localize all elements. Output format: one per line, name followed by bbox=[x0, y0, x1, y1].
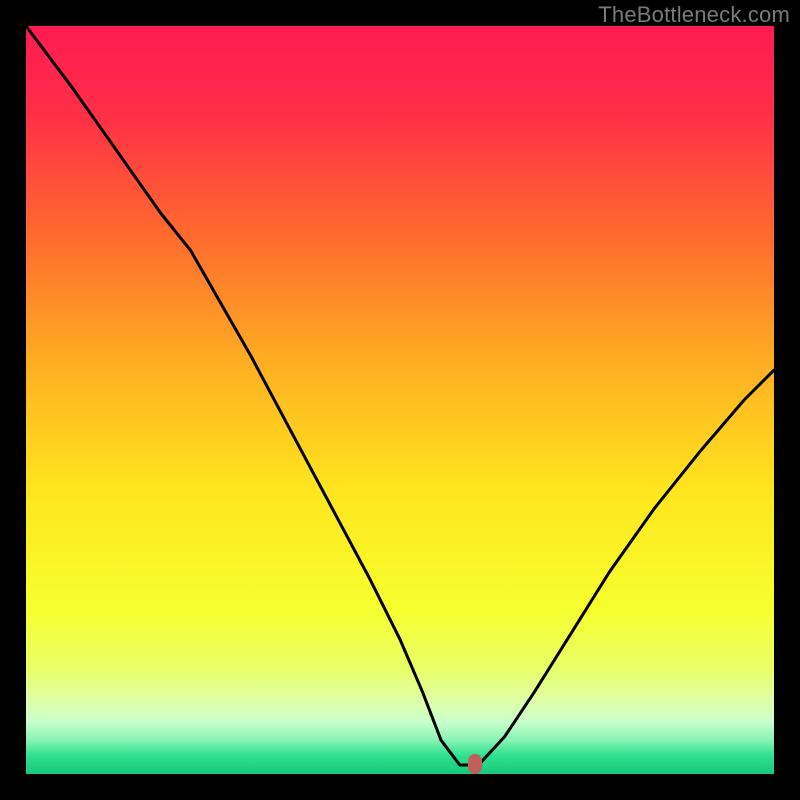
optimal-point-marker bbox=[468, 754, 482, 774]
chart-frame: TheBottleneck.com bbox=[0, 0, 800, 800]
gradient-background bbox=[26, 26, 774, 774]
bottleneck-plot bbox=[26, 26, 774, 774]
watermark-text: TheBottleneck.com bbox=[598, 2, 790, 28]
